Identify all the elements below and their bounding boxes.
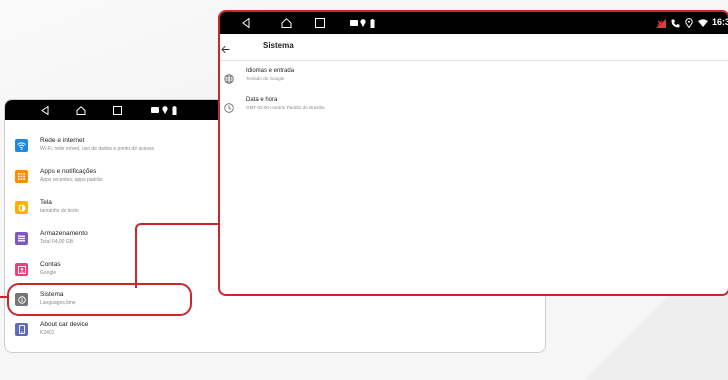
settings-item-subtitle: Wi-Fi, rede móvel, uso de dados e ponto … bbox=[40, 146, 155, 152]
settings-item-subtitle: Google bbox=[40, 270, 57, 276]
sistema-device-screen: 16:3 Sistema Idiomas e entrada Teclado d… bbox=[218, 10, 728, 296]
wifi-signal-icon bbox=[695, 12, 711, 34]
settings-item-title: Contas bbox=[40, 261, 61, 268]
sistema-item-data-hora[interactable]: Data e hora GMT-03:00 Horário Padrão de … bbox=[220, 96, 720, 118]
settings-item-subtitle: tamanho do texto bbox=[40, 208, 79, 214]
settings-item-title: Rede e internet bbox=[40, 137, 85, 144]
sistema-highlight bbox=[7, 283, 192, 316]
settings-item-title: Tela bbox=[40, 199, 52, 206]
settings-item-title: Armazenamento bbox=[40, 230, 88, 237]
storage-icon bbox=[15, 232, 28, 245]
settings-item-title: Apps e notificações bbox=[40, 168, 97, 175]
brightness-icon bbox=[15, 201, 28, 214]
nav-recents-icon[interactable] bbox=[312, 12, 328, 34]
sistema-item-subtitle: GMT-03:00 Horário Padrão de Brasília bbox=[246, 105, 325, 110]
clock-icon bbox=[224, 100, 234, 113]
settings-item-about[interactable]: About car device K2401 bbox=[5, 320, 545, 344]
callout-connector bbox=[135, 223, 220, 288]
nav-home-icon[interactable] bbox=[73, 100, 89, 120]
settings-item-title: About car device bbox=[40, 321, 89, 328]
globe-icon bbox=[224, 71, 234, 84]
sistema-item-title: Data e hora bbox=[246, 97, 278, 103]
sistema-item-idiomas[interactable]: Idiomas e entrada Teclado do Google bbox=[220, 67, 720, 89]
settings-item-subtitle: Apps recentes, apps padrão bbox=[40, 177, 103, 183]
app-bar: Sistema bbox=[220, 34, 728, 61]
battery-notification-icon bbox=[364, 12, 380, 34]
apps-grid-icon bbox=[15, 170, 28, 183]
account-icon bbox=[15, 263, 28, 276]
battery-notification-icon bbox=[166, 100, 182, 120]
settings-item-subtitle: Total 64,00 GB bbox=[40, 239, 74, 245]
nav-back-icon[interactable] bbox=[37, 100, 53, 120]
sistema-item-title: Idiomas e entrada bbox=[246, 68, 295, 74]
page-title: Sistema bbox=[263, 41, 294, 50]
status-time: 16:3 bbox=[712, 17, 728, 27]
phone-icon bbox=[15, 323, 28, 336]
nav-recents-icon[interactable] bbox=[109, 100, 125, 120]
sistema-item-subtitle: Teclado do Google bbox=[246, 76, 285, 81]
nav-back-icon[interactable] bbox=[238, 12, 254, 34]
settings-item-subtitle: K2401 bbox=[40, 330, 55, 336]
back-arrow-icon[interactable] bbox=[221, 41, 231, 54]
nav-home-icon[interactable] bbox=[278, 12, 294, 34]
wifi-icon bbox=[15, 139, 28, 152]
navigation-bar: 16:3 bbox=[220, 12, 728, 34]
